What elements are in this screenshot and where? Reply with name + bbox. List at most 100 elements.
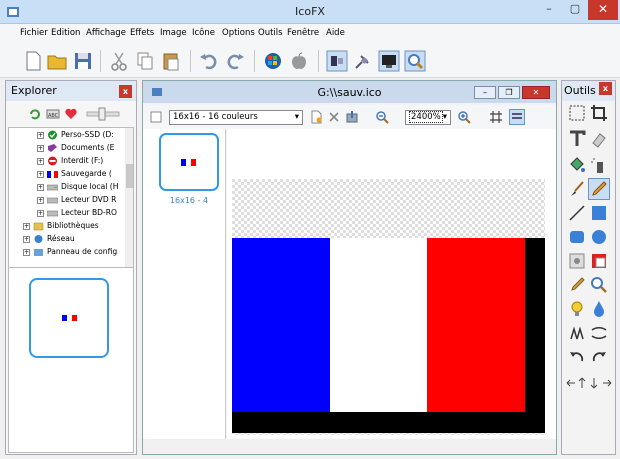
flag-blue-band bbox=[62, 315, 67, 321]
ellipse-icon[interactable] bbox=[589, 227, 609, 247]
toolbar-separator bbox=[254, 50, 255, 72]
tree-item-perso-ssd[interactable]: + Perso-SSD (D: bbox=[37, 128, 114, 141]
filter-icon[interactable]: ABC bbox=[46, 107, 60, 121]
menu-outils[interactable]: Outils bbox=[258, 28, 283, 38]
water-drop-icon[interactable] bbox=[589, 299, 609, 319]
zoom-tool-icon[interactable] bbox=[404, 50, 426, 72]
crop-icon[interactable] bbox=[589, 103, 609, 123]
menu-edition[interactable]: Edition bbox=[51, 28, 80, 38]
delete-image-icon[interactable] bbox=[327, 110, 341, 124]
menu-icone[interactable]: Icône bbox=[192, 28, 215, 38]
document-restore-button[interactable]: ❐ bbox=[498, 86, 520, 99]
eraser-icon[interactable] bbox=[589, 129, 609, 149]
spray-icon[interactable] bbox=[589, 155, 609, 175]
tree-item-bd-rom[interactable]: + Lecteur BD-RO bbox=[37, 206, 117, 219]
paste-icon[interactable] bbox=[160, 50, 182, 72]
icon-canvas[interactable] bbox=[232, 179, 545, 435]
close-button[interactable]: ✕ bbox=[588, 0, 618, 20]
rounded-rect-icon[interactable] bbox=[567, 227, 587, 247]
maximize-button[interactable]: ▢ bbox=[562, 0, 588, 20]
preview-thumbnail[interactable] bbox=[29, 278, 109, 358]
zoom-in-icon[interactable] bbox=[457, 110, 471, 124]
capture-icon[interactable] bbox=[378, 50, 400, 72]
new-image-icon[interactable] bbox=[309, 110, 323, 124]
format-select[interactable]: 16x16 - 16 couleurs ▾ bbox=[169, 110, 303, 125]
rectangle-select-icon[interactable] bbox=[567, 103, 587, 123]
flag-red-band bbox=[72, 315, 77, 321]
text-tool-icon[interactable] bbox=[567, 129, 587, 149]
explorer-close-button[interactable]: x bbox=[119, 85, 132, 98]
svg-text:ABC: ABC bbox=[48, 113, 59, 119]
document-close-button[interactable]: ✕ bbox=[522, 86, 550, 99]
move-arrows-icon[interactable] bbox=[566, 377, 612, 389]
flag-shadow-bottom bbox=[232, 412, 545, 433]
tree-item-dvd[interactable]: + Lecteur DVD R bbox=[37, 193, 116, 206]
menu-effets[interactable]: Effets bbox=[130, 28, 154, 38]
paint-bucket-icon[interactable] bbox=[567, 155, 587, 175]
tools-title: Outils bbox=[564, 84, 596, 97]
new-file-icon[interactable] bbox=[22, 50, 44, 72]
tree-item-interdit[interactable]: + Interdit (F:) bbox=[37, 154, 103, 167]
rotate-left-icon[interactable] bbox=[567, 347, 587, 367]
minimize-button[interactable]: – bbox=[536, 0, 562, 20]
light-bulb-icon[interactable] bbox=[567, 299, 587, 319]
local-disk-icon bbox=[47, 184, 58, 191]
gradient-icon[interactable] bbox=[589, 203, 609, 223]
undo-icon[interactable] bbox=[198, 50, 220, 72]
tree-item-disque-local[interactable]: + Disque local (H bbox=[37, 180, 118, 193]
tools-close-button[interactable]: x bbox=[599, 82, 612, 95]
flag-shadow-right bbox=[525, 238, 545, 433]
stamp-icon[interactable] bbox=[567, 251, 587, 271]
flip-icon[interactable] bbox=[567, 323, 587, 343]
menu-options[interactable]: Options bbox=[222, 28, 255, 38]
flag-red-band bbox=[191, 159, 196, 166]
icon-editor-icon[interactable] bbox=[326, 50, 348, 72]
menu-fichier[interactable]: Fichier bbox=[20, 28, 48, 38]
menu-affichage[interactable]: Affichage bbox=[86, 28, 126, 38]
refresh-icon[interactable] bbox=[28, 107, 42, 121]
line-tool-icon[interactable] bbox=[567, 203, 587, 223]
flag-thumbnail-icon bbox=[62, 315, 77, 321]
zoom-out-icon[interactable] bbox=[375, 110, 389, 124]
save-icon[interactable] bbox=[72, 50, 94, 72]
magnify-icon[interactable] bbox=[589, 275, 609, 295]
add-format-icon[interactable] bbox=[149, 110, 163, 124]
open-folder-icon[interactable] bbox=[46, 50, 68, 72]
brush-icon[interactable] bbox=[567, 179, 587, 199]
menu-fenetre[interactable]: Fenêtre bbox=[287, 28, 319, 38]
apple-icon[interactable] bbox=[288, 50, 310, 72]
menu-image[interactable]: Image bbox=[160, 28, 187, 38]
format-thumbnail[interactable] bbox=[159, 133, 219, 191]
tree-item-bibliotheques[interactable]: + Bibliothèques bbox=[23, 219, 99, 232]
satellite-icon[interactable] bbox=[352, 50, 374, 72]
flag-thumbnail-icon bbox=[181, 159, 196, 166]
rotate-right-icon[interactable] bbox=[589, 347, 609, 367]
color-replace-icon[interactable] bbox=[589, 251, 609, 271]
cut-icon[interactable] bbox=[108, 50, 130, 72]
menu-aide[interactable]: Aide bbox=[326, 28, 345, 38]
canvas-horizontal-scrollbar[interactable] bbox=[143, 439, 556, 454]
thumbnail-size-slider[interactable] bbox=[86, 107, 120, 121]
import-icon[interactable] bbox=[345, 110, 359, 124]
document-title-bar: G:\\sauv.ico – ❐ ✕ bbox=[143, 81, 556, 103]
smudge-icon[interactable] bbox=[589, 323, 609, 343]
tree-item-reseau[interactable]: + Réseau bbox=[23, 232, 75, 245]
windows-icon[interactable] bbox=[262, 50, 284, 72]
zoom-select[interactable]: 2400% ▾ bbox=[405, 110, 451, 125]
flag-drive-icon bbox=[47, 171, 58, 178]
document-minimize-button[interactable]: – bbox=[474, 86, 496, 99]
copy-icon[interactable] bbox=[134, 50, 156, 72]
dvd-drive-icon bbox=[47, 197, 58, 204]
color-picker-icon[interactable] bbox=[567, 275, 587, 295]
favorite-heart-icon[interactable] bbox=[64, 107, 78, 121]
flag-red-band bbox=[427, 238, 525, 412]
grid-toggle-icon[interactable] bbox=[489, 110, 503, 124]
redo-icon[interactable] bbox=[224, 50, 246, 72]
format-list: 16x16 - 4 bbox=[143, 129, 226, 454]
explorer-title-bar: Explorer x bbox=[6, 81, 136, 101]
tree-item-documents[interactable]: + Documents (E bbox=[37, 141, 114, 154]
tree-item-sauvegarde[interactable]: + Sauvegarde ( bbox=[37, 167, 112, 180]
pencil-icon[interactable] bbox=[588, 178, 610, 200]
tree-item-panneau[interactable]: + Panneau de config bbox=[23, 245, 117, 258]
preview-toggle-icon[interactable] bbox=[509, 109, 525, 125]
